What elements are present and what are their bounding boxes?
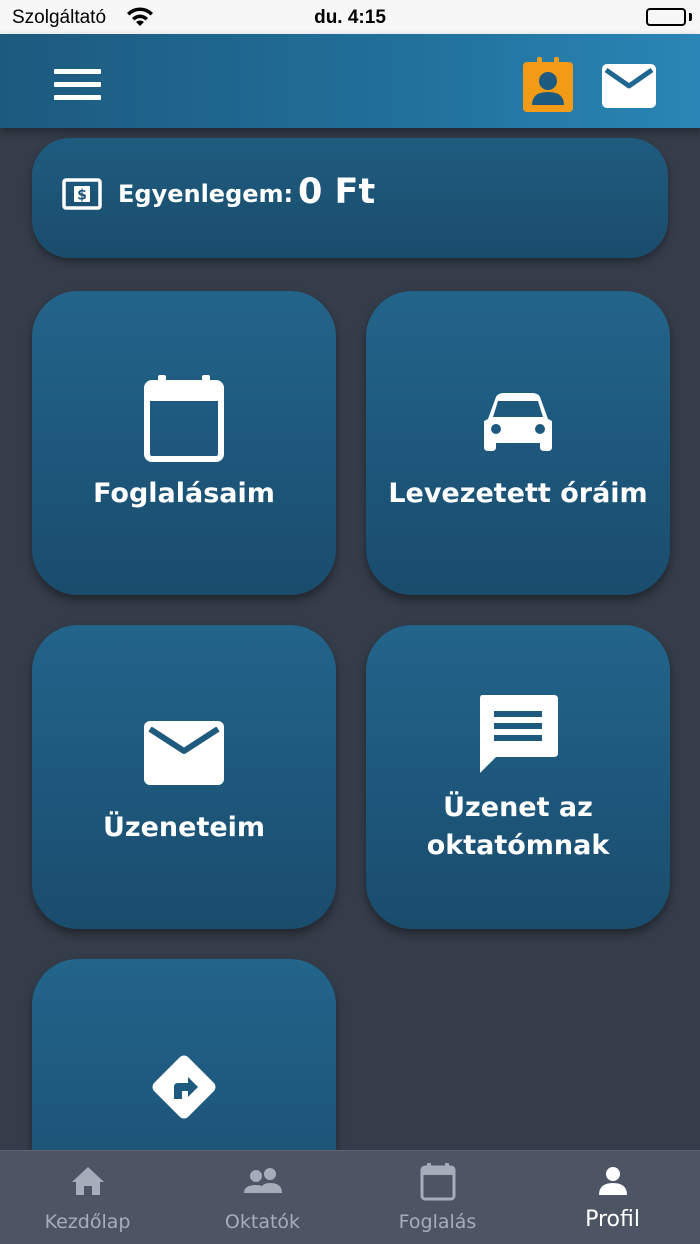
home-icon <box>0 1165 175 1203</box>
messages-tile[interactable]: Üzeneteim <box>32 625 336 929</box>
calendar-icon <box>350 1163 525 1201</box>
tab-bar: Kezdőlap Oktatók Foglalás Profil <box>0 1150 700 1244</box>
people-icon <box>175 1165 350 1203</box>
battery-tip <box>689 13 692 21</box>
tile-label-line1: Üzenet az <box>443 792 593 823</box>
chat-icon <box>366 695 670 779</box>
tab-label: Profil <box>585 1207 640 1232</box>
tab-label: Oktatók <box>224 1211 301 1233</box>
money-icon: $ <box>62 178 102 210</box>
tab-label: Kezdőlap <box>44 1211 131 1233</box>
mail-icon <box>32 721 336 789</box>
balance-card: $ Egyenlegem: 0 Ft <box>32 138 668 258</box>
battery-icon <box>646 8 686 26</box>
balance-label: Egyenlegem: <box>118 180 294 208</box>
balance-value: 0 Ft <box>298 172 376 212</box>
header-bar <box>0 34 700 128</box>
calendar-icon <box>32 375 336 467</box>
tab-profile[interactable]: Profil <box>525 1151 700 1244</box>
car-icon <box>366 391 670 459</box>
profile-card-button[interactable] <box>523 56 573 112</box>
clock: du. 4:15 <box>314 7 386 28</box>
mail-button[interactable] <box>602 64 656 108</box>
tab-booking[interactable]: Foglalás <box>350 1151 525 1244</box>
tab-instructors[interactable]: Oktatók <box>175 1151 350 1244</box>
message-instructor-tile[interactable]: Üzenet az oktatómnak <box>366 625 670 929</box>
status-bar: Szolgáltató du. 4:15 <box>0 0 700 34</box>
person-icon <box>525 1165 700 1203</box>
tab-label: Foglalás <box>398 1211 477 1233</box>
tab-home[interactable]: Kezdőlap <box>0 1151 175 1244</box>
tile-label-line2: oktatómnak <box>426 830 610 861</box>
tile-label: Levezetett óráim <box>388 478 648 509</box>
envelope-icon <box>602 64 656 108</box>
tile-label: Üzeneteim <box>102 812 266 843</box>
svg-text:$: $ <box>77 188 87 204</box>
bookings-tile[interactable]: Foglalásaim <box>32 291 336 595</box>
completed-lessons-tile[interactable]: Levezetett óráim <box>366 291 670 595</box>
tile-label: Foglalásaim <box>93 478 275 509</box>
directions-icon <box>32 1047 336 1131</box>
hamburger-menu-button[interactable] <box>54 69 102 101</box>
contact-card-icon <box>523 57 573 112</box>
